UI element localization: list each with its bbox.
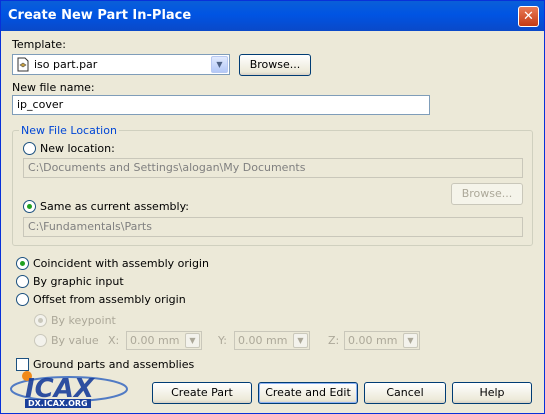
part-file-icon xyxy=(17,57,29,72)
chevron-down-icon[interactable]: ▼ xyxy=(211,56,228,73)
graphic-input-label[interactable]: By graphic input xyxy=(33,275,124,288)
coincident-radio[interactable] xyxy=(16,257,29,270)
filename-label: New file name: xyxy=(12,81,95,94)
new-location-radio[interactable] xyxy=(23,142,36,155)
by-value-label: By value xyxy=(51,334,99,347)
close-icon: ✕ xyxy=(523,9,534,24)
z-label: Z: xyxy=(328,334,340,347)
y-field[interactable]: 0.00 mm ▼ xyxy=(234,331,310,350)
y-dropdown-icon[interactable]: ▼ xyxy=(293,333,308,348)
offset-radio[interactable] xyxy=(16,293,29,306)
icax-watermark-logo: ICAX DX.ICAX.ORG xyxy=(7,367,132,411)
file-location-legend: New File Location xyxy=(19,124,119,137)
same-as-assembly-label[interactable]: Same as current assembly: xyxy=(40,200,189,213)
template-select[interactable]: iso part.par ▼ xyxy=(12,54,230,75)
cancel-button[interactable]: Cancel xyxy=(364,382,446,404)
by-keypoint-label: By keypoint xyxy=(51,314,116,327)
by-keypoint-radio[interactable] xyxy=(34,314,47,327)
x-label: X: xyxy=(108,334,120,347)
filename-input[interactable]: ip_cover xyxy=(12,95,430,115)
new-location-path: C:\Documents and Settings\alogan\My Docu… xyxy=(23,158,523,178)
z-dropdown-icon[interactable]: ▼ xyxy=(403,333,418,348)
x-field[interactable]: 0.00 mm ▼ xyxy=(126,331,202,350)
dialog-title: Create New Part In-Place xyxy=(8,8,192,23)
graphic-input-radio[interactable] xyxy=(16,275,29,288)
create-part-button[interactable]: Create Part xyxy=(152,382,252,404)
y-label: Y: xyxy=(218,334,227,347)
by-value-radio[interactable] xyxy=(34,334,47,347)
create-and-edit-button[interactable]: Create and Edit xyxy=(258,382,358,404)
location-browse-button[interactable]: Browse... xyxy=(451,183,523,205)
template-label: Template: xyxy=(12,38,66,51)
icax-url-text: DX.ICAX.ORG xyxy=(25,399,91,408)
new-location-label[interactable]: New location: xyxy=(40,142,115,155)
same-as-assembly-radio[interactable] xyxy=(23,200,36,213)
z-field[interactable]: 0.00 mm ▼ xyxy=(344,331,420,350)
y-value: 0.00 mm xyxy=(238,334,288,347)
offset-label[interactable]: Offset from assembly origin xyxy=(33,293,186,306)
coincident-label[interactable]: Coincident with assembly origin xyxy=(33,257,209,270)
create-part-dialog: Create New Part In-Place ✕ Template: iso… xyxy=(0,0,545,414)
template-browse-button[interactable]: Browse... xyxy=(239,54,311,76)
same-as-assembly-path: C:\Fundamentals\Parts xyxy=(23,217,523,237)
help-button[interactable]: Help xyxy=(452,382,532,404)
template-value: iso part.par xyxy=(34,58,98,71)
z-value: 0.00 mm xyxy=(348,334,398,347)
close-button[interactable]: ✕ xyxy=(518,6,539,27)
x-dropdown-icon[interactable]: ▼ xyxy=(185,333,200,348)
title-bar[interactable]: Create New Part In-Place ✕ xyxy=(1,1,544,31)
x-value: 0.00 mm xyxy=(130,334,180,347)
